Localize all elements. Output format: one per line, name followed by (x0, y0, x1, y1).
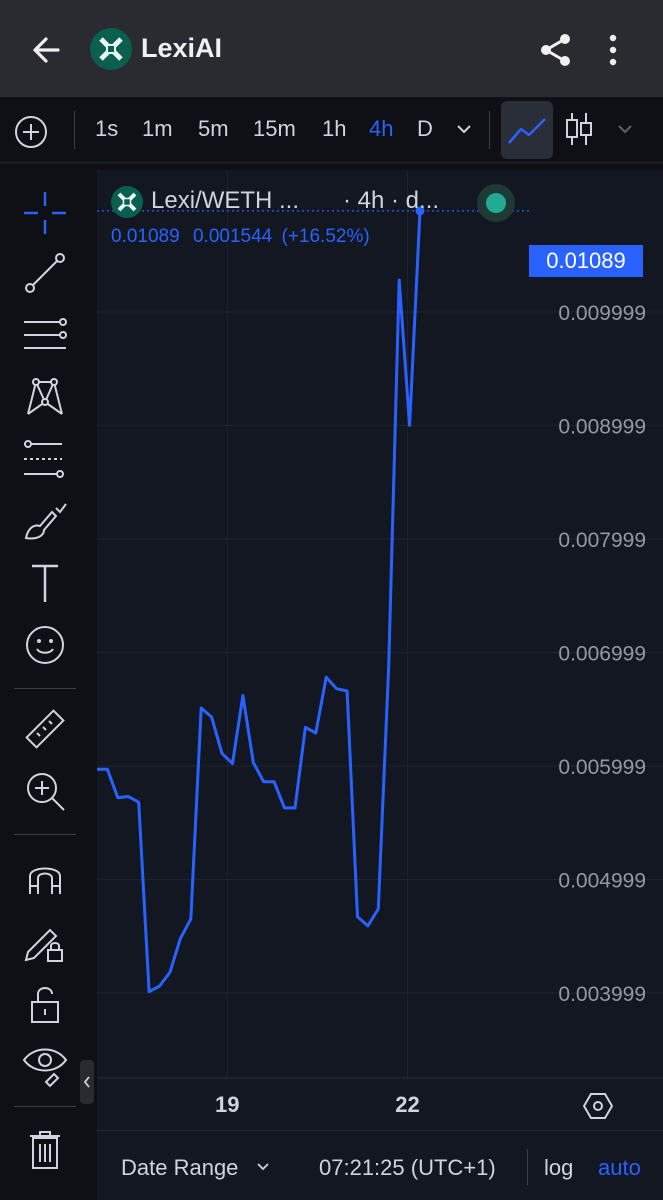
timeframe-1h[interactable]: 1h (322, 116, 346, 142)
date-range-button[interactable]: Date Range (121, 1155, 238, 1181)
toolbar-divider (489, 111, 490, 149)
unlock-icon[interactable] (22, 980, 68, 1026)
timeframe-4h[interactable]: 4h (369, 116, 393, 142)
log-scale-toggle[interactable]: log (544, 1155, 573, 1181)
chevron-down-icon[interactable] (454, 119, 474, 139)
emoji-icon[interactable] (22, 622, 68, 668)
y-tick-label: 0.009999 (558, 302, 646, 325)
parallel-channel-icon[interactable] (22, 312, 68, 358)
share-icon[interactable] (536, 30, 576, 70)
app-title: LexiAI (141, 33, 223, 63)
bottom-divider (527, 1149, 528, 1185)
toolbar-divider (74, 111, 75, 149)
y-tick-label: 0.008999 (558, 415, 646, 438)
timeframe-1s[interactable]: 1s (95, 116, 118, 142)
price-change-percent: (+16.52%) (281, 226, 370, 247)
drawing-toolbar (0, 170, 88, 1200)
trend-line-icon[interactable] (22, 250, 68, 296)
text-icon[interactable] (22, 560, 68, 606)
app-bar: LexiAI (0, 0, 663, 97)
timeframe-d[interactable]: D (417, 116, 433, 142)
clock-timezone[interactable]: 07:21:25 (UTC+1) (319, 1155, 496, 1181)
lexi-coin-icon (111, 186, 143, 218)
tool-divider (14, 1106, 76, 1107)
auto-scale-toggle[interactable]: auto (598, 1155, 641, 1181)
back-arrow-icon[interactable] (28, 30, 68, 70)
y-tick-label: 0.004999 (558, 869, 646, 892)
lock-drawing-icon[interactable] (22, 918, 68, 964)
chart-toolbar: 1s 1m 5m 15m 1h 4h D (0, 97, 663, 163)
last-price: 0.01089 (111, 226, 180, 247)
magnet-icon[interactable] (22, 854, 68, 900)
timeframe-15m[interactable]: 15m (253, 116, 296, 142)
fib-retracement-icon[interactable] (22, 436, 68, 482)
more-vert-icon[interactable] (598, 30, 628, 70)
zoom-in-icon[interactable] (22, 768, 68, 814)
brush-icon[interactable] (22, 498, 68, 544)
line-chart-icon (508, 118, 546, 144)
y-tick-label: 0.006999 (558, 642, 646, 665)
y-tick-label: 0.007999 (558, 529, 646, 552)
y-tick-label: 0.003999 (558, 983, 646, 1006)
crosshair-icon[interactable] (22, 190, 68, 236)
timeframe-5m[interactable]: 5m (198, 116, 229, 142)
symbol-name[interactable]: Lexi/WETH ... (151, 187, 299, 215)
chart-pane[interactable]: 0.003999 0.004999 0.005999 0.006999 0.007999… (97, 170, 663, 1200)
x-tick-label: 19 (215, 1092, 239, 1117)
price-chart[interactable]: 0.003999 0.004999 0.005999 0.006999 0.007999… (97, 170, 663, 1130)
timeframe-1m[interactable]: 1m (142, 116, 173, 142)
tool-divider (14, 834, 76, 835)
price-values: 0.01089 0.001544 (+16.52%) (111, 226, 378, 248)
chart-settings-icon[interactable] (583, 1091, 613, 1121)
pattern-icon[interactable] (22, 374, 68, 420)
last-price-tag: 0.01089 (529, 245, 643, 277)
price-series-line (97, 210, 422, 994)
y-tick-label: 0.005999 (558, 756, 646, 779)
market-status-dot (486, 193, 506, 213)
trash-icon[interactable] (22, 1126, 68, 1172)
interval-label: · 4h · d... (343, 187, 440, 214)
chevron-left-icon (83, 1076, 90, 1088)
price-change: 0.001544 (192, 226, 273, 247)
tool-divider (14, 688, 76, 689)
collapse-toolbar-button[interactable] (80, 1060, 94, 1104)
ruler-icon[interactable] (22, 706, 68, 752)
add-symbol-icon[interactable] (14, 115, 48, 149)
chart-bottom-bar: Date Range 07:21:25 (UTC+1) log auto (97, 1130, 663, 1200)
line-chart-button[interactable] (501, 101, 553, 159)
x-tick-label: 22 (395, 1092, 419, 1117)
chevron-down-icon[interactable] (615, 119, 635, 139)
lexi-logo-icon (90, 28, 132, 70)
candles-icon[interactable] (564, 111, 594, 147)
chevron-down-icon[interactable] (255, 1159, 271, 1175)
eye-icon[interactable] (22, 1042, 68, 1088)
